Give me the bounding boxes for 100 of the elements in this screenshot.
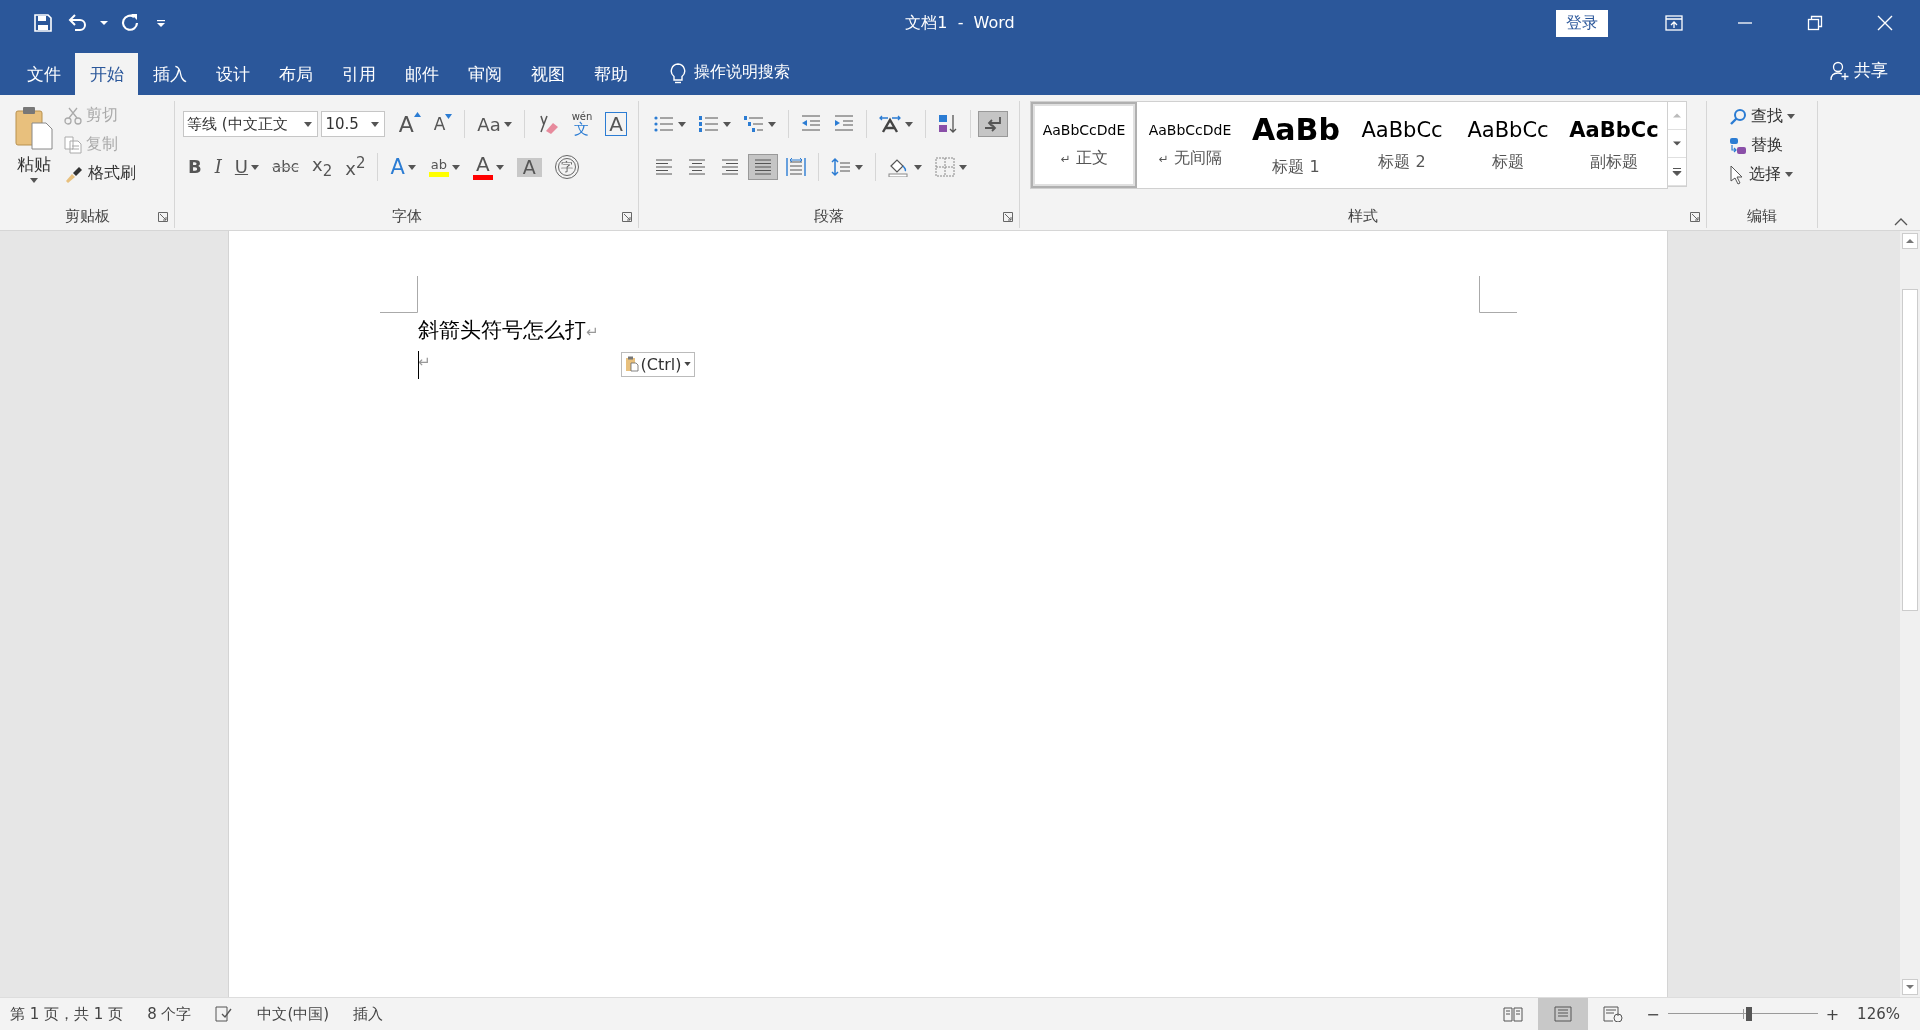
undo-icon[interactable]	[68, 14, 88, 32]
word-count[interactable]: 8 个字	[147, 1004, 192, 1024]
replace-icon	[1729, 136, 1747, 155]
style-item[interactable]: AaBbCc 标题 2	[1349, 102, 1455, 188]
page-count[interactable]: 第 1 页，共 1 页	[10, 1004, 124, 1024]
return-arrow-icon	[983, 115, 1003, 133]
dialog-launcher-icon[interactable]	[1690, 212, 1700, 222]
outdent-icon	[801, 115, 821, 133]
crop-mark	[380, 276, 418, 313]
save-icon[interactable]	[34, 14, 52, 32]
paste-options-button[interactable]: (Ctrl)	[620, 351, 695, 377]
tell-me-search[interactable]: 操作说明搜索	[694, 62, 790, 83]
shrink-font-button[interactable]: A	[428, 112, 458, 136]
ribbon-tab[interactable]: 帮助	[579, 53, 642, 95]
replace-button[interactable]: 替换	[1729, 134, 1817, 157]
scissors-icon	[64, 106, 82, 125]
language-status[interactable]: 中文(中国)	[257, 1004, 330, 1024]
paste-button[interactable]: 粘贴	[12, 101, 56, 204]
borders-icon	[935, 157, 955, 177]
zoom-level[interactable]: 126%	[1857, 1005, 1920, 1023]
redo-icon[interactable]	[120, 13, 140, 33]
highlight-button[interactable]: ab	[423, 155, 465, 179]
book-icon	[1503, 1006, 1524, 1022]
lightbulb-icon[interactable]	[670, 63, 686, 85]
style-item[interactable]: AaBbCcDdE ↵ 无间隔	[1137, 102, 1243, 188]
proofing-icon[interactable]	[215, 1006, 234, 1022]
style-item[interactable]: AaBbCc 标题	[1455, 102, 1561, 188]
paint-bucket-icon	[888, 157, 910, 177]
find-button[interactable]: 查找	[1729, 105, 1817, 128]
bullet-list-icon	[654, 115, 674, 133]
font-name-field[interactable]: 等线 (中文正文	[183, 111, 319, 137]
font-color-button[interactable]: A	[467, 152, 509, 182]
page-icon	[1554, 1006, 1573, 1022]
format-painter-button[interactable]: 格式刷	[62, 161, 138, 186]
insert-mode-status[interactable]: 插入	[353, 1004, 384, 1024]
sign-in-button[interactable]: 登录	[1556, 9, 1608, 37]
underline-button[interactable]: U	[229, 156, 265, 178]
caret-icon	[30, 178, 38, 183]
bold-button[interactable]: B	[183, 156, 207, 178]
restore-icon[interactable]	[1807, 15, 1823, 31]
down-triangle-icon	[445, 114, 453, 119]
dialog-launcher-icon[interactable]	[158, 212, 168, 222]
ribbon-tab[interactable]: 视图	[516, 53, 579, 95]
ribbon-tab[interactable]: 布局	[264, 53, 327, 95]
pointer-icon	[1729, 164, 1745, 185]
numbered-list-icon	[699, 115, 719, 133]
caret-icon	[370, 121, 379, 127]
phonetic-guide-button[interactable]: wén 文	[566, 109, 598, 139]
align-icon	[753, 158, 773, 176]
share-button[interactable]: 共享	[1824, 58, 1894, 83]
line-spacing-icon	[831, 157, 851, 177]
ribbon-tab[interactable]: 文件	[12, 53, 75, 95]
sort-icon	[938, 114, 958, 134]
justify-button[interactable]	[748, 154, 778, 180]
scroll-down-icon[interactable]	[1902, 979, 1918, 995]
ribbon-tab[interactable]: 插入	[138, 53, 201, 95]
search-icon	[1729, 107, 1747, 126]
align-icon	[720, 158, 740, 176]
font-size-field[interactable]: 10.5	[321, 111, 385, 137]
close-icon[interactable]	[1877, 15, 1893, 31]
ribbon-display-icon[interactable]	[1665, 15, 1683, 31]
up-triangle-icon	[413, 111, 421, 117]
group-label: 段落	[814, 206, 844, 226]
show-marks-button[interactable]	[978, 111, 1008, 137]
scrollbar-thumb[interactable]	[1902, 289, 1918, 611]
superscript-button[interactable]: x$^{2}$	[340, 154, 371, 180]
select-button[interactable]: 选择	[1729, 163, 1817, 186]
zoom-out-button[interactable]: −	[1646, 1004, 1660, 1024]
ribbon-tab[interactable]: 邮件	[390, 53, 453, 95]
copy-icon	[64, 135, 82, 154]
ribbon-tab[interactable]: 引用	[327, 53, 390, 95]
grow-font-button[interactable]: A	[393, 109, 426, 139]
dialog-launcher-icon[interactable]	[622, 212, 632, 222]
style-item[interactable]: AaBbCcDdE ↵ 正文	[1031, 102, 1137, 188]
group-label: 样式	[1348, 206, 1378, 226]
caret-icon[interactable]	[100, 20, 108, 26]
customize-caret-icon[interactable]	[156, 19, 166, 27]
scroll-up-icon[interactable]	[1902, 233, 1918, 249]
subscript-button[interactable]: x$_{2}$	[307, 153, 338, 181]
italic-button[interactable]: I	[209, 156, 227, 178]
crop-mark	[1479, 276, 1517, 313]
ribbon-tab[interactable]: 设计	[201, 53, 264, 95]
distribute-icon	[786, 157, 806, 177]
dialog-launcher-icon[interactable]	[1003, 212, 1013, 222]
ribbon-tab[interactable]: 开始	[75, 53, 138, 95]
ribbon-tab[interactable]: 审阅	[453, 53, 516, 95]
style-item[interactable]: AaBbCc 副标题	[1561, 102, 1667, 188]
globe-page-icon	[1603, 1006, 1624, 1022]
collapse-ribbon-icon[interactable]	[1894, 218, 1908, 226]
change-case-button[interactable]: Aa	[472, 111, 517, 137]
align-icon	[687, 158, 707, 176]
align-icon	[654, 158, 674, 176]
style-item[interactable]: AaBb 标题 1	[1243, 102, 1349, 188]
text-effects-button[interactable]: A	[385, 154, 421, 180]
zoom-slider[interactable]	[1667, 1007, 1818, 1021]
clipboard-icon	[14, 105, 54, 151]
zoom-slider-thumb[interactable]	[1745, 1007, 1752, 1021]
zoom-in-button[interactable]: +	[1825, 1004, 1840, 1024]
brush-icon	[64, 164, 84, 183]
multilevel-list-icon	[744, 115, 764, 133]
